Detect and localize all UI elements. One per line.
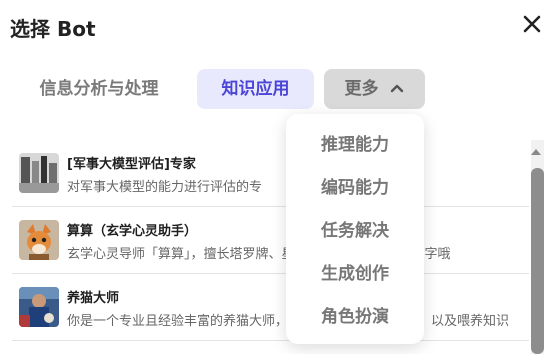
avatar bbox=[19, 287, 59, 327]
dialog-title: 选择 Bot bbox=[10, 17, 96, 41]
menu-item-role-play[interactable]: 角色扮演 bbox=[286, 298, 424, 336]
tab-label: 信息分析与处理 bbox=[39, 79, 159, 99]
close-icon[interactable] bbox=[521, 13, 543, 35]
scroll-up-arrow-icon[interactable] bbox=[530, 146, 542, 158]
list-item[interactable]: [军事大模型评估]专家 对军事大模型的能力进行评估的专 bbox=[12, 140, 529, 207]
scrollbar-thumb[interactable] bbox=[531, 168, 544, 354]
list-item[interactable]: 养猫大师 你是一个专业且经验丰富的养猫大师，精通各种猫咪品种特性，以及喂养知识 bbox=[12, 274, 529, 341]
tab-knowledge-application[interactable]: 知识应用 bbox=[197, 69, 314, 109]
menu-item-coding[interactable]: 编码能力 bbox=[286, 169, 424, 207]
bot-name: 养猫大师 bbox=[67, 291, 120, 306]
bot-name: [军事大模型评估]专家 bbox=[67, 157, 196, 172]
tab-info-analysis[interactable]: 信息分析与处理 bbox=[14, 69, 184, 109]
tab-more[interactable]: 更多 bbox=[324, 69, 425, 109]
list-item[interactable]: 算算（玄学心灵助手） 玄学心灵导师「算算」，擅长塔罗牌、星座、八字解读，还会测字… bbox=[12, 207, 529, 274]
bot-name: 算算（玄学心灵助手） bbox=[67, 224, 198, 239]
tab-label: 更多 bbox=[344, 79, 379, 99]
avatar bbox=[19, 220, 59, 260]
avatar bbox=[19, 153, 59, 193]
menu-item-task-solving[interactable]: 任务解决 bbox=[286, 212, 424, 250]
tab-label: 知识应用 bbox=[221, 79, 290, 99]
menu-item-creation[interactable]: 生成创作 bbox=[286, 255, 424, 293]
chevron-up-icon bbox=[391, 84, 404, 92]
menu-item-reasoning[interactable]: 推理能力 bbox=[286, 126, 424, 164]
more-dropdown-menu: 推理能力 编码能力 任务解决 生成创作 角色扮演 bbox=[286, 114, 424, 344]
